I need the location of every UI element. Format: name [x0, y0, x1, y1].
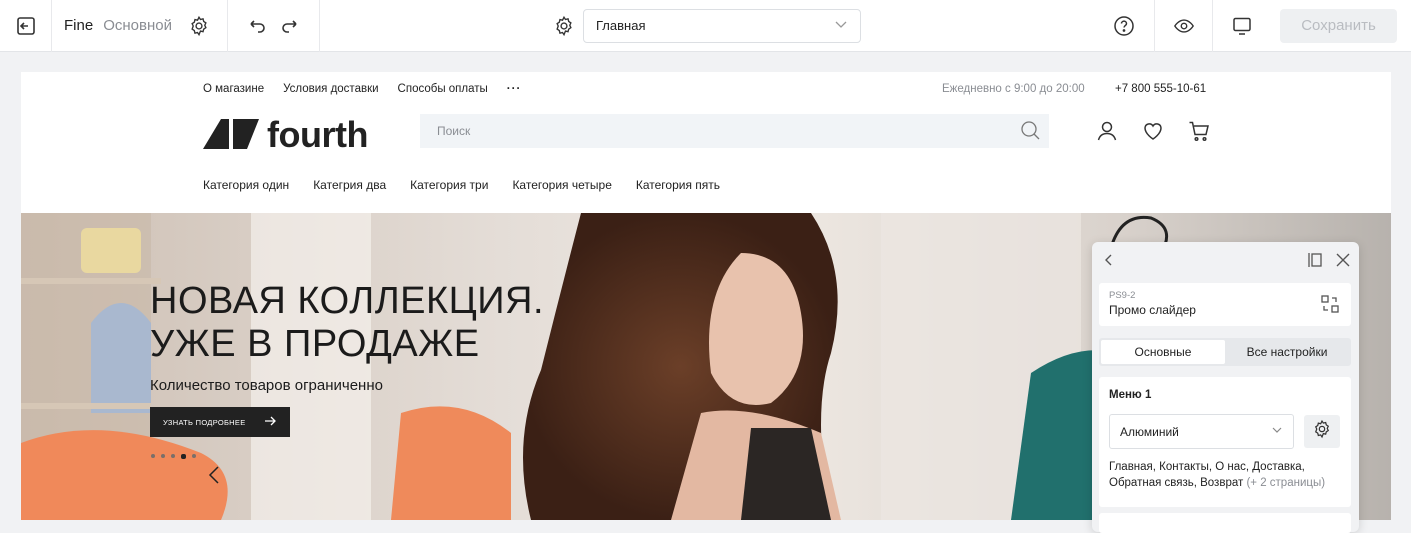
arrow-right-icon	[264, 416, 276, 428]
cart-icon[interactable]	[1187, 119, 1211, 148]
hero-title: НОВАЯ КОЛЛЕКЦИЯ. УЖЕ В ПРОДАЖЕ	[150, 280, 544, 366]
chevron-down-icon	[1271, 424, 1283, 439]
menu-pages: Главная, Контакты, О нас, Доставка, Обра…	[1109, 459, 1341, 491]
menu-label: Меню 1	[1109, 389, 1152, 401]
top-links: О магазине Условия доставки Способы опла…	[203, 83, 521, 95]
menu-select-value: Алюминий	[1120, 424, 1179, 439]
learn-more-label: УЗНАТЬ ПОДРОБНЕЕ	[163, 417, 246, 427]
redo-icon[interactable]	[279, 15, 301, 37]
category-item[interactable]: Категория пять	[636, 178, 720, 192]
page-controls: Главная	[320, 0, 1094, 52]
phone-number[interactable]: +7 800 555-10-61	[1115, 83, 1206, 95]
category-nav: Категория один Категрия два Категория тр…	[203, 178, 720, 192]
menu-setting-card: Меню 1 Алюминий Главная, Контакты, О нас…	[1099, 377, 1351, 507]
category-item[interactable]: Категория один	[203, 178, 289, 192]
chevron-down-icon	[834, 17, 848, 34]
menu-settings-button[interactable]	[1304, 415, 1340, 448]
menu-select[interactable]: Алюминий	[1109, 414, 1294, 449]
hero-title-line: УЖЕ В ПРОДАЖЕ	[150, 323, 480, 365]
device-button[interactable]	[1212, 0, 1270, 52]
site-logo[interactable]: fourth	[203, 114, 368, 156]
block-info-card: PS9-2 Промо слайдер	[1099, 283, 1351, 326]
panel-header	[1092, 242, 1359, 282]
top-link-delivery[interactable]: Условия доставки	[283, 83, 378, 95]
preview-button[interactable]	[1154, 0, 1212, 52]
close-icon[interactable]	[1335, 252, 1351, 273]
panel-tabs: Основные Все настройки	[1099, 338, 1351, 366]
slider-dot[interactable]	[171, 454, 175, 458]
editor-toolbar: Fine Основной Главная Сохранить	[0, 0, 1411, 52]
exit-button[interactable]	[0, 0, 52, 52]
dock-panel-icon[interactable]	[1307, 252, 1323, 273]
slider-dot[interactable]	[192, 454, 196, 458]
menu-row: Алюминий	[1109, 414, 1341, 449]
slider-dot[interactable]	[151, 454, 155, 458]
page-select-value: Главная	[596, 18, 646, 33]
slider-prev-icon[interactable]	[207, 465, 221, 490]
hero-subtitle: Количество товаров ограниченно	[150, 377, 383, 394]
back-icon[interactable]	[1102, 253, 1116, 272]
desktop-icon	[1231, 15, 1253, 37]
help-button[interactable]	[1094, 0, 1154, 52]
search-input[interactable]: Поиск	[420, 114, 1049, 148]
top-link-payment[interactable]: Способы оплаты	[398, 83, 488, 95]
theme-name[interactable]: Основной	[103, 17, 172, 34]
slider-dots	[151, 454, 196, 459]
swap-block-icon[interactable]	[1320, 294, 1340, 319]
block-settings-panel: PS9-2 Промо слайдер Основные Все настрой…	[1092, 242, 1359, 533]
block-name: Промо слайдер	[1109, 303, 1196, 317]
page-settings-icon[interactable]	[553, 15, 575, 37]
category-item[interactable]: Категория четыре	[512, 178, 611, 192]
help-icon	[1113, 15, 1135, 37]
eye-icon	[1173, 15, 1195, 37]
header-icons	[1095, 119, 1211, 148]
menu-pages-extra: (+ 2 страницы)	[1246, 477, 1326, 489]
exit-icon	[15, 15, 37, 37]
next-setting-card	[1099, 513, 1351, 533]
learn-more-button[interactable]: УЗНАТЬ ПОДРОБНЕЕ	[150, 407, 290, 437]
hero-title-line: НОВАЯ КОЛЛЕКЦИЯ.	[150, 280, 545, 322]
site-name: Fine	[64, 17, 94, 34]
site-info: Fine Основной	[52, 0, 228, 52]
slider-dot[interactable]	[161, 454, 165, 458]
category-item[interactable]: Категория три	[410, 178, 488, 192]
heart-icon[interactable]	[1141, 119, 1165, 148]
search-icon[interactable]	[1019, 119, 1041, 144]
gear-icon[interactable]	[188, 15, 210, 37]
working-hours: Ежедневно с 9:00 до 20:00	[942, 83, 1085, 95]
save-button[interactable]: Сохранить	[1280, 8, 1397, 43]
user-icon[interactable]	[1095, 119, 1119, 148]
block-code: PS9-2	[1109, 290, 1136, 301]
gear-icon	[1312, 419, 1332, 444]
page-select[interactable]: Главная	[583, 8, 861, 43]
tab-basic[interactable]: Основные	[1101, 340, 1225, 364]
search-placeholder: Поиск	[437, 124, 471, 138]
tab-all-settings[interactable]: Все настройки	[1225, 340, 1349, 364]
undo-icon[interactable]	[246, 15, 268, 37]
logo-mark-icon	[203, 117, 259, 154]
slider-dot-active[interactable]	[181, 454, 186, 459]
more-links[interactable]: ···	[507, 83, 522, 95]
category-item[interactable]: Категрия два	[313, 178, 386, 192]
history-controls	[228, 0, 320, 52]
logo-text: fourth	[267, 114, 368, 155]
top-link-about[interactable]: О магазине	[203, 83, 264, 95]
